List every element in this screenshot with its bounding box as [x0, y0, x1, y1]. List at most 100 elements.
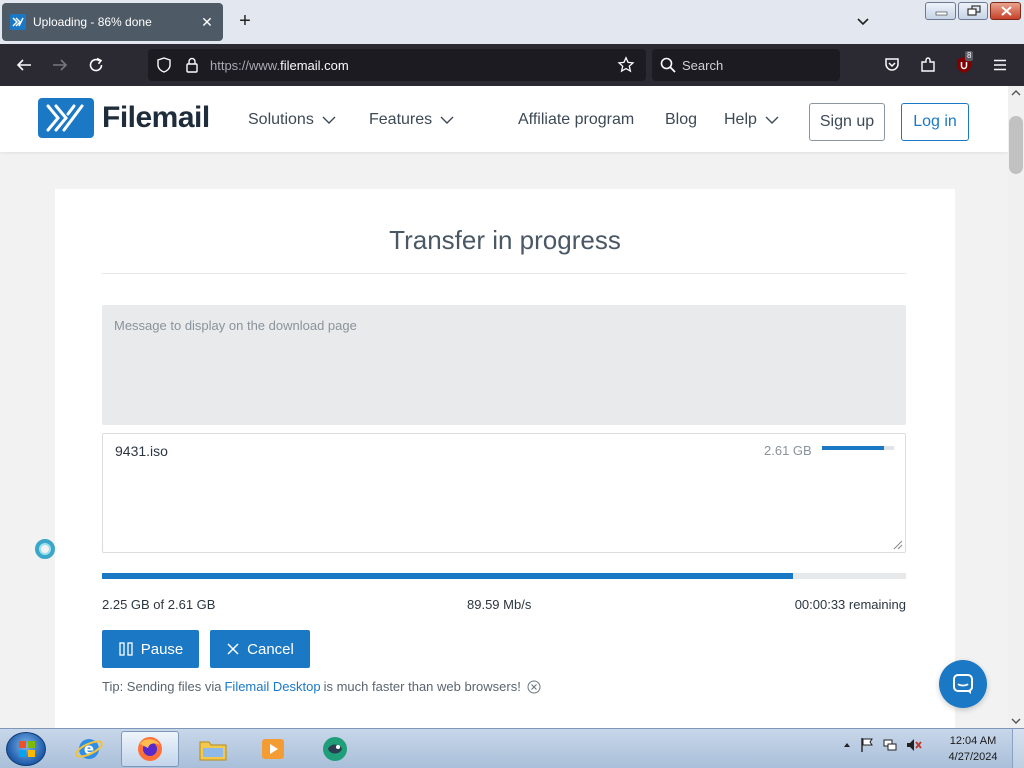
- list-all-tabs-button[interactable]: [852, 12, 874, 32]
- dismiss-tip-icon[interactable]: [527, 680, 541, 694]
- filemail-logo[interactable]: Filemail: [38, 98, 210, 138]
- scroll-up-icon[interactable]: [1008, 86, 1024, 100]
- file-name: 9431.iso: [115, 443, 168, 459]
- browser-search-input[interactable]: Search: [652, 49, 840, 81]
- pocket-button[interactable]: [882, 55, 902, 75]
- file-list[interactable]: 9431.iso 2.61 GB: [102, 433, 906, 553]
- time-remaining: 00:00:33 remaining: [794, 597, 906, 612]
- action-center-flag-icon[interactable]: [859, 737, 875, 753]
- arrow-right-icon: [53, 59, 68, 71]
- chat-app-icon: [323, 737, 347, 761]
- pocket-icon: [885, 58, 899, 71]
- nav-help[interactable]: Help: [724, 111, 779, 129]
- window-close-button[interactable]: [990, 2, 1021, 20]
- nav-affiliate-label: Affiliate program: [518, 111, 635, 128]
- scroll-down-icon[interactable]: [1008, 714, 1024, 728]
- taskbar-chat-app[interactable]: [306, 731, 364, 767]
- clock-time: 12:04 AM: [949, 735, 997, 747]
- cancel-button[interactable]: Cancel: [210, 630, 310, 668]
- hamburger-menu-icon: [994, 59, 1006, 71]
- page-scrollbar[interactable]: [1008, 86, 1024, 728]
- internet-explorer-icon: e: [75, 739, 103, 759]
- address-bar[interactable]: https://www.filemail.com: [148, 49, 646, 81]
- message-textarea[interactable]: Message to display on the download page: [102, 305, 906, 425]
- extension-badge: 8: [965, 51, 974, 61]
- url-prefix: https://www.: [210, 58, 281, 73]
- browser-tab-strip: Uploading - 86% done ✕ +: [0, 0, 1024, 44]
- nav-blog[interactable]: Blog: [665, 111, 697, 129]
- tip-suffix: is much faster than web browsers!: [323, 679, 521, 694]
- tip-prefix: Tip: Sending files via: [102, 679, 222, 694]
- close-icon: [226, 642, 240, 656]
- nav-solutions[interactable]: Solutions: [248, 111, 336, 129]
- resize-grip-icon[interactable]: [891, 538, 903, 550]
- taskbar-firefox[interactable]: [121, 731, 179, 767]
- start-button[interactable]: [6, 732, 46, 766]
- extensions-button[interactable]: [918, 55, 938, 75]
- nav-features[interactable]: Features: [369, 111, 454, 129]
- bookmark-star-icon[interactable]: [616, 55, 636, 75]
- taskbar-clock[interactable]: 12:04 AM 4/27/2024: [940, 733, 1006, 765]
- taskbar-file-explorer[interactable]: [184, 731, 242, 767]
- filemail-logo-icon: [38, 98, 94, 138]
- app-menu-button[interactable]: [990, 55, 1010, 75]
- overall-progress-fill: [102, 573, 794, 579]
- browser-tab-active[interactable]: Uploading - 86% done ✕: [2, 3, 223, 41]
- tab-close-icon[interactable]: ✕: [199, 14, 215, 31]
- forward-button[interactable]: [50, 55, 70, 75]
- media-player-icon: [262, 739, 284, 759]
- arrow-left-icon: [16, 59, 31, 71]
- nav-help-label: Help: [724, 111, 757, 128]
- chevron-down-icon: [857, 18, 869, 26]
- volume-muted-icon[interactable]: [905, 737, 923, 753]
- nav-affiliate-program[interactable]: Affiliate program: [518, 111, 634, 129]
- url-domain: filemail.com: [280, 58, 349, 73]
- filemail-desktop-link[interactable]: Filemail Desktop: [224, 679, 320, 694]
- overall-progress-bar: [102, 573, 906, 579]
- search-icon: [658, 55, 678, 75]
- taskbar-media-player[interactable]: [244, 731, 302, 767]
- nav-blog-label: Blog: [665, 111, 698, 128]
- clock-date: 4/27/2024: [948, 751, 998, 763]
- page-title: Transfer in progress: [389, 225, 621, 255]
- loading-spinner-icon: [35, 539, 55, 559]
- folder-icon: [199, 741, 227, 761]
- filemail-favicon-icon: [10, 14, 26, 30]
- network-icon[interactable]: [882, 737, 898, 753]
- pause-icon: [118, 641, 134, 657]
- show-desktop-button[interactable]: [1012, 729, 1024, 768]
- pause-label: Pause: [140, 640, 184, 658]
- chat-support-button[interactable]: [939, 660, 987, 708]
- file-progress-fill: [822, 446, 884, 450]
- system-tray: [842, 737, 923, 753]
- new-tab-button[interactable]: +: [234, 10, 256, 32]
- log-in-button[interactable]: Log in: [901, 103, 969, 141]
- show-hidden-icons-icon[interactable]: [842, 740, 852, 750]
- chevron-down-icon: [765, 116, 779, 124]
- reload-button[interactable]: [86, 55, 106, 75]
- window-restore-button[interactable]: [958, 2, 988, 20]
- window-minimize-button[interactable]: [925, 2, 956, 20]
- message-placeholder: Message to display on the download page: [114, 318, 357, 333]
- lock-icon[interactable]: [182, 55, 202, 75]
- url-text: https://www.filemail.com: [210, 58, 349, 73]
- file-progress-bar: [822, 446, 894, 450]
- site-header: Filemail Solutions Features Affiliate pr…: [0, 86, 1008, 152]
- chevron-down-icon: [440, 116, 454, 124]
- nav-features-label: Features: [369, 111, 433, 128]
- title-divider: [102, 273, 906, 274]
- shield-icon[interactable]: [154, 55, 174, 75]
- page-viewport: Filemail Solutions Features Affiliate pr…: [0, 86, 1008, 728]
- pause-button[interactable]: Pause: [102, 630, 199, 668]
- tip-message: Tip: Sending files via Filemail Desktop …: [102, 679, 541, 694]
- back-button[interactable]: [14, 55, 34, 75]
- sign-up-button[interactable]: Sign up: [809, 103, 885, 141]
- scrollbar-thumb[interactable]: [1009, 116, 1023, 174]
- firefox-icon: [138, 737, 162, 761]
- reload-icon: [89, 57, 103, 72]
- logo-text: Filemail: [102, 101, 210, 134]
- transfer-card: Transfer in progress Message to display …: [55, 189, 955, 728]
- taskbar-internet-explorer[interactable]: e: [60, 731, 118, 767]
- windows-taskbar: e 12:04 AM 4/27/2024: [0, 728, 1024, 768]
- windows-logo-icon: [19, 741, 35, 757]
